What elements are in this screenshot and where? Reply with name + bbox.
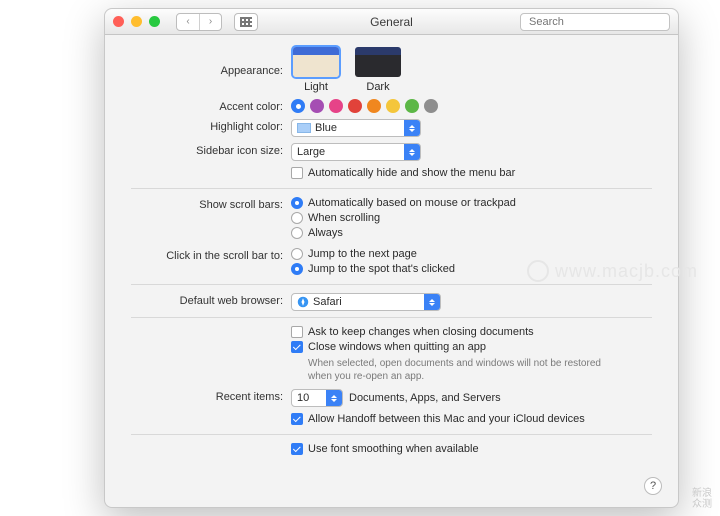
traffic-lights: [113, 16, 160, 27]
font-smoothing[interactable]: Use font smoothing when available: [291, 443, 652, 455]
accent-color-2[interactable]: [329, 99, 343, 113]
appearance-light[interactable]: Light: [291, 45, 341, 93]
titlebar: ‹ › General: [105, 9, 678, 35]
content: Appearance: Light Dark Accent color:: [105, 35, 678, 470]
chevron-left-icon[interactable]: ‹: [177, 14, 199, 30]
highlight-select[interactable]: Blue: [291, 119, 421, 137]
clickbar-opt-spot[interactable]: Jump to the spot that's clicked: [291, 263, 652, 275]
separator: [131, 188, 652, 189]
close-windows-hint: When selected, open documents and window…: [308, 358, 608, 383]
checkbox-icon[interactable]: [291, 326, 303, 338]
accent-color-5[interactable]: [386, 99, 400, 113]
browser-label: Default web browser:: [131, 293, 291, 307]
accent-color-row: [291, 99, 438, 113]
sidebar-size-value: Large: [297, 146, 325, 158]
accent-color-0[interactable]: [291, 99, 305, 113]
highlight-swatch: [297, 123, 311, 133]
clickbar-opt-page[interactable]: Jump to the next page: [291, 248, 652, 260]
grid-icon: [240, 17, 252, 27]
chevron-right-icon[interactable]: ›: [199, 14, 221, 30]
preferences-window: ‹ › General Appearance: Light Dark: [104, 8, 679, 508]
separator: [131, 284, 652, 285]
auto-hide-menubar-label: Automatically hide and show the menu bar: [308, 167, 515, 179]
browser-select[interactable]: Safari: [291, 293, 441, 311]
radio-icon[interactable]: [291, 212, 303, 224]
chevron-updown-icon: [404, 120, 420, 136]
chevron-updown-icon: [424, 294, 440, 310]
scrollbar-opt-always[interactable]: Always: [291, 227, 652, 239]
close-icon[interactable]: [113, 16, 124, 27]
handoff[interactable]: Allow Handoff between this Mac and your …: [291, 413, 652, 425]
help-button[interactable]: ?: [644, 477, 662, 495]
ask-changes[interactable]: Ask to keep changes when closing documen…: [291, 326, 652, 338]
search-field[interactable]: [520, 13, 670, 31]
recent-select[interactable]: 10: [291, 389, 343, 407]
recent-label: Recent items:: [131, 389, 291, 403]
recent-suffix: Documents, Apps, and Servers: [349, 392, 501, 404]
scrollbar-opt-auto[interactable]: Automatically based on mouse or trackpad: [291, 197, 652, 209]
radio-icon[interactable]: [291, 248, 303, 260]
appearance-dark[interactable]: Dark: [353, 45, 403, 93]
appearance-light-label: Light: [291, 81, 341, 93]
accent-color-1[interactable]: [310, 99, 324, 113]
sidebar-size-label: Sidebar icon size:: [131, 143, 291, 157]
nav-back-forward[interactable]: ‹ ›: [176, 13, 222, 31]
radio-icon[interactable]: [291, 197, 303, 209]
clickbar-label: Click in the scroll bar to:: [131, 248, 291, 262]
auto-hide-menubar[interactable]: Automatically hide and show the menu bar: [291, 167, 652, 179]
radio-icon[interactable]: [291, 227, 303, 239]
accent-color-6[interactable]: [405, 99, 419, 113]
accent-label: Accent color:: [131, 99, 291, 113]
recent-value: 10: [297, 392, 309, 404]
browser-value: Safari: [313, 296, 342, 308]
checkbox-icon[interactable]: [291, 413, 303, 425]
scrollbar-opt-scrolling[interactable]: When scrolling: [291, 212, 652, 224]
checkbox-icon[interactable]: [291, 443, 303, 455]
highlight-label: Highlight color:: [131, 119, 291, 133]
chevron-updown-icon: [404, 144, 420, 160]
checkbox-icon[interactable]: [291, 167, 303, 179]
zoom-icon[interactable]: [149, 16, 160, 27]
close-windows[interactable]: Close windows when quitting an app: [291, 341, 652, 353]
appearance-dark-label: Dark: [353, 81, 403, 93]
appearance-label: Appearance:: [131, 45, 291, 77]
accent-color-7[interactable]: [424, 99, 438, 113]
highlight-value: Blue: [315, 122, 337, 134]
accent-color-3[interactable]: [348, 99, 362, 113]
minimize-icon[interactable]: [131, 16, 142, 27]
separator: [131, 317, 652, 318]
brand-mark: 新浪 众测: [692, 488, 712, 510]
search-input[interactable]: [529, 16, 671, 28]
show-all-button[interactable]: [234, 13, 258, 31]
radio-icon[interactable]: [291, 263, 303, 275]
chevron-updown-icon: [326, 390, 342, 406]
safari-icon: [297, 296, 309, 308]
checkbox-icon[interactable]: [291, 341, 303, 353]
scrollbars-label: Show scroll bars:: [131, 197, 291, 211]
separator: [131, 434, 652, 435]
accent-color-4[interactable]: [367, 99, 381, 113]
sidebar-size-select[interactable]: Large: [291, 143, 421, 161]
